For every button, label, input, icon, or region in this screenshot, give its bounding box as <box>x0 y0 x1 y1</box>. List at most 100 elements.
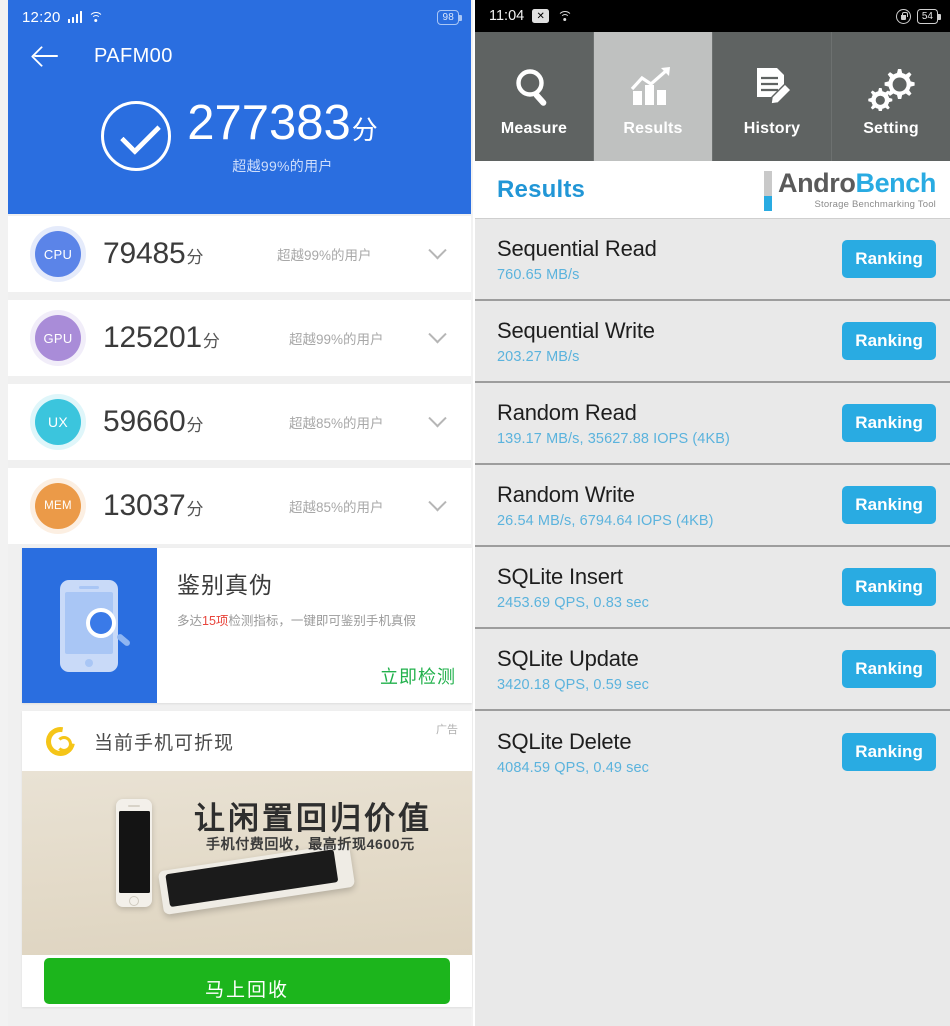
tab-setting[interactable]: Setting <box>832 32 950 161</box>
score-row-cpu[interactable]: CPU 79485 分 超越99%的用户 <box>8 216 471 292</box>
table-row: Sequential Write 203.27 MB/s Ranking <box>475 301 950 383</box>
battery-indicator: 98 <box>437 9 462 25</box>
cpu-badge: CPU <box>35 231 81 277</box>
table-row: Sequential Read 760.65 MB/s Ranking <box>475 219 950 301</box>
gears-icon <box>866 62 916 114</box>
score-row-mem[interactable]: MEM 13037 分 超越85%的用户 <box>8 468 471 544</box>
status-bar: 11:04 ✕ 54 <box>475 0 950 32</box>
score-row-gpu[interactable]: GPU 125201 分 超越99%的用户 <box>8 300 471 376</box>
ranking-button[interactable]: Ranking <box>842 404 936 442</box>
cpu-score-value: 79485 <box>103 237 186 270</box>
score-rows: CPU 79485 分 超越99%的用户 GPU 125201 分 超越99%的… <box>8 216 471 552</box>
chevron-down-icon[interactable] <box>417 240 457 261</box>
promo-cta-link[interactable]: 立即检测 <box>380 663 456 689</box>
benchmark-info: Sequential Read 760.65 MB/s <box>497 236 657 283</box>
chevron-down-icon[interactable] <box>417 408 457 429</box>
chevron-down-icon[interactable] <box>417 324 457 345</box>
benchmark-name: SQLite Insert <box>497 563 623 589</box>
table-row: SQLite Delete 4084.59 QPS, 0.49 sec Rank… <box>475 711 950 793</box>
promo-title: 鉴别真伪 <box>177 572 273 598</box>
mem-score-unit: 分 <box>186 500 204 519</box>
device-title: PAFM00 <box>94 44 173 67</box>
recycle-ring-icon <box>46 727 75 756</box>
tab-results[interactable]: Results <box>594 32 713 161</box>
gpu-score-value: 125201 <box>103 321 202 354</box>
promo-description: 多达15项检测指标，一键即可鉴别手机真假 <box>177 611 456 631</box>
total-score-value: 277383 <box>187 96 351 150</box>
recycle-ad-card[interactable]: 当前手机可折现 广告 让闲置回归价值 手机付费回收，最高折现4600元 马上回收 <box>22 711 472 1007</box>
total-percentile: 超越99%的用户 <box>232 158 333 174</box>
wifi-icon <box>88 11 104 23</box>
gpu-badge: GPU <box>35 315 81 361</box>
total-score-unit: 分 <box>351 115 378 145</box>
tab-label: Setting <box>863 119 919 137</box>
antutu-screen: 12:20 98 PAFM00 277383 分 超越99%的用户 CPU 79… <box>8 0 472 1026</box>
table-row: Random Read 139.17 MB/s, 35627.88 IOPS (… <box>475 383 950 465</box>
bar-chart-icon <box>629 62 677 114</box>
ux-score-line: 59660 分 <box>103 405 203 439</box>
back-arrow-icon[interactable] <box>34 45 60 67</box>
androbench-panel: 11:04 ✕ 54 Measure Results History Setti… <box>475 0 950 1026</box>
mem-percentile: 超越85%的用户 <box>289 500 384 515</box>
ranking-button[interactable]: Ranking <box>842 322 936 360</box>
ux-score-value: 59660 <box>103 405 186 438</box>
benchmark-value: 139.17 MB/s, 35627.88 IOPS (4KB) <box>497 430 730 447</box>
ux-badge: UX <box>35 399 81 445</box>
ranking-button[interactable]: Ranking <box>842 240 936 278</box>
ranking-button[interactable]: Ranking <box>842 486 936 524</box>
signal-bars-icon <box>67 11 83 23</box>
status-icons <box>67 11 104 23</box>
ux-percentile: 超越85%的用户 <box>289 416 384 431</box>
total-score-block: 277383 分 超越99%的用户 <box>8 96 471 176</box>
benchmark-value: 3420.18 QPS, 0.59 sec <box>497 676 650 693</box>
benchmark-name: SQLite Update <box>497 645 639 671</box>
benchmark-value: 760.65 MB/s <box>497 266 580 283</box>
ranking-button[interactable]: Ranking <box>842 733 936 771</box>
benchmark-value: 2453.69 QPS, 0.83 sec <box>497 594 650 611</box>
benchmark-name: Sequential Write <box>497 317 655 343</box>
battery-indicator: 54 <box>916 8 942 24</box>
benchmark-name: SQLite Delete <box>497 728 632 754</box>
tab-label: Results <box>623 119 683 137</box>
tab-history[interactable]: History <box>713 32 832 161</box>
score-column: 277383 分 超越99%的用户 <box>187 96 378 176</box>
mem-score-value: 13037 <box>103 489 186 522</box>
benchmark-info: Sequential Write 203.27 MB/s <box>497 318 655 365</box>
benchmark-value: 4084.59 QPS, 0.49 sec <box>497 759 650 776</box>
verify-authenticity-card[interactable]: 鉴别真伪 多达15项检测指标，一键即可鉴别手机真假 立即检测 <box>22 548 472 703</box>
chevron-down-icon[interactable] <box>417 492 457 513</box>
ad-header: 当前手机可折现 广告 <box>22 711 472 771</box>
page-title: Results <box>497 175 586 203</box>
logo-tagline: Storage Benchmarking Tool <box>814 198 936 210</box>
magnifier-handle <box>115 632 132 648</box>
magnifier-lens <box>86 608 116 638</box>
phone-magnifier-icon <box>22 548 157 703</box>
tab-measure[interactable]: Measure <box>475 32 594 161</box>
recycle-now-button[interactable]: 马上回收 <box>44 958 450 1004</box>
nav-bar: PAFM00 <box>8 34 471 78</box>
logo-bar-icon <box>763 170 772 211</box>
ranking-button[interactable]: Ranking <box>842 650 936 688</box>
benchmark-info: SQLite Insert 2453.69 QPS, 0.83 sec <box>497 564 649 611</box>
check-circle-icon <box>101 101 172 171</box>
gpu-score-line: 125201 分 <box>103 321 220 355</box>
antutu-benchmark-panel: 12:20 98 PAFM00 277383 分 超越99%的用户 CPU 79… <box>0 0 475 1026</box>
ranking-button[interactable]: Ranking <box>842 568 936 606</box>
promo-desc-pre: 多达 <box>177 614 203 628</box>
status-bar: 12:20 98 <box>8 0 471 34</box>
benchmark-name: Sequential Read <box>497 235 657 261</box>
tab-bar: Measure Results History Setting <box>475 32 950 161</box>
table-row: Random Write 26.54 MB/s, 6794.64 IOPS (4… <box>475 465 950 547</box>
score-row-ux[interactable]: UX 59660 分 超越85%的用户 <box>8 384 471 460</box>
status-right: 98 <box>437 9 462 25</box>
promo-text: 鉴别真伪 多达15项检测指标，一键即可鉴别手机真假 立即检测 <box>157 548 472 703</box>
table-row: SQLite Insert 2453.69 QPS, 0.83 sec Rank… <box>475 547 950 629</box>
magnifier-icon <box>511 62 557 114</box>
status-time: 12:20 <box>22 8 61 26</box>
results-header: Results AndroBench Storage Benchmarking … <box>475 161 950 219</box>
ad-banner-subtext: 手机付费回收，最高折现4600元 <box>206 836 415 852</box>
logo-text: AndroBench Storage Benchmarking Tool <box>778 168 936 210</box>
logo-wordmark: AndroBench <box>778 168 936 198</box>
promo-desc-post: 检测指标，一键即可鉴别手机真假 <box>228 614 416 628</box>
benchmark-info: Random Write 26.54 MB/s, 6794.64 IOPS (4… <box>497 482 714 529</box>
